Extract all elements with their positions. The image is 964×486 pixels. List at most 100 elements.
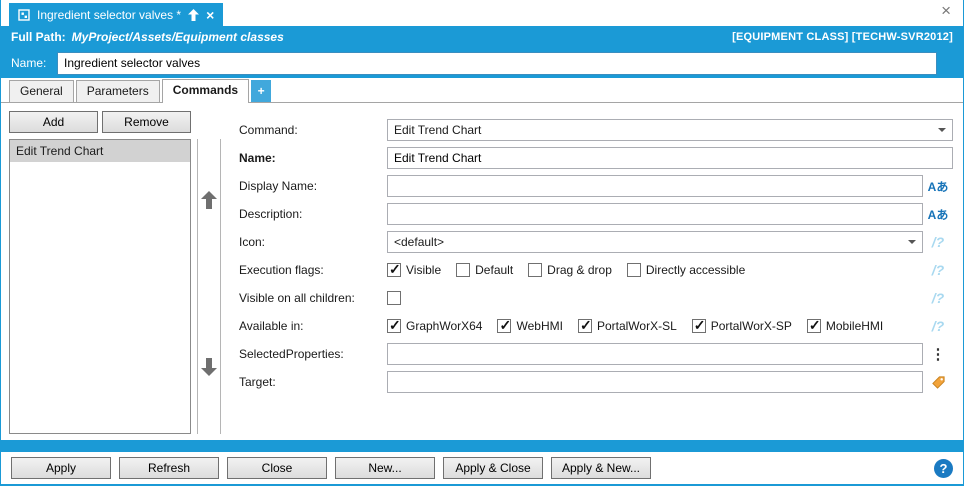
checkbox-label: Drag & drop	[547, 263, 612, 277]
command-row: Command: Edit Trend Chart	[239, 119, 953, 141]
move-down-button[interactable]	[199, 357, 219, 379]
quick-pick-icon[interactable]: /?	[923, 262, 953, 278]
tab-close-icon[interactable]: ×	[206, 8, 214, 22]
chevron-down-icon[interactable]	[908, 240, 916, 244]
document-tab-title: Ingredient selector valves *	[37, 7, 182, 22]
chevron-down-icon[interactable]	[938, 128, 946, 132]
checkbox-default[interactable]: Default	[456, 263, 513, 277]
selected-properties-input[interactable]	[387, 343, 923, 365]
quick-pick-icon[interactable]: /?	[923, 290, 953, 306]
refresh-button[interactable]: Refresh	[119, 457, 219, 479]
checkbox-webhmi[interactable]: WebHMI	[497, 317, 563, 334]
checkbox-label: PortalWorX-SP	[710, 319, 792, 333]
checkbox-box	[387, 261, 401, 278]
checkbox-mobilehmi[interactable]: MobileHMI	[806, 317, 884, 334]
checkbox-portalworx-sl[interactable]: PortalWorX-SL	[577, 317, 677, 334]
window-close-icon[interactable]: ×	[941, 2, 951, 19]
target-input[interactable]	[387, 371, 923, 393]
command-form: Command: Edit Trend Chart Name: Display …	[223, 111, 953, 434]
float-window-icon[interactable]	[188, 8, 200, 21]
reorder-strip	[197, 139, 221, 434]
checkbox-label: Default	[475, 263, 514, 277]
name-row: Name:	[239, 147, 953, 169]
checkbox-visible[interactable]: Visible	[387, 261, 442, 278]
move-up-button[interactable]	[199, 190, 219, 211]
remove-button[interactable]: Remove	[102, 111, 191, 133]
icon-row: Icon: <default> /?	[239, 231, 953, 253]
close-button[interactable]: Close	[227, 457, 327, 479]
command-name-input[interactable]	[387, 147, 953, 169]
apply-button[interactable]: Apply	[11, 457, 111, 479]
visible-on-all-children-label: Visible on all children:	[239, 291, 355, 305]
display-name-input[interactable]	[387, 175, 923, 197]
checkbox-box	[387, 317, 401, 334]
help-button[interactable]: ?	[934, 458, 953, 478]
checkbox-box	[497, 317, 512, 334]
command-name-label: Name:	[239, 151, 276, 165]
document-tab[interactable]: Ingredient selector valves * ×	[9, 3, 224, 26]
icon-dropdown[interactable]: <default>	[387, 231, 923, 253]
quick-pick-icon[interactable]: /?	[923, 234, 953, 250]
tab-add-button[interactable]: +	[251, 80, 272, 102]
checkbox-drag-drop[interactable]: Drag & drop	[528, 263, 612, 277]
name-label: Name:	[11, 56, 47, 70]
checkbox-box	[806, 317, 821, 334]
document-tab-row: Ingredient selector valves * × ×	[1, 0, 963, 26]
localization-icon[interactable]: Aあ	[923, 206, 953, 223]
footer-button-bar: Apply Refresh Close New... Apply & Close…	[1, 452, 963, 486]
checkbox-directly-accessible[interactable]: Directly accessible	[626, 263, 745, 277]
tab-commands[interactable]: Commands	[161, 79, 250, 103]
footer-accent-bar	[1, 440, 963, 452]
apply-new-button[interactable]: Apply & New...	[551, 457, 651, 479]
checkbox-label: MobileHMI	[825, 319, 884, 333]
tab-parameters[interactable]: Parameters	[75, 80, 160, 102]
visible-on-all-children-row: Visible on all children: /?	[239, 287, 953, 309]
checkbox-label: WebHMI	[516, 319, 563, 333]
execution-flags-label: Execution flags:	[239, 263, 324, 277]
context-badge: [EQUIPMENT CLASS] [TECHW-SVR2012]	[732, 31, 953, 43]
commands-tab-content: Add Remove Edit Trend Chart Command: Edi…	[1, 103, 963, 440]
target-tag-icon[interactable]	[923, 375, 953, 390]
command-label: Command:	[239, 123, 298, 137]
full-path-label: Full Path:	[11, 30, 66, 44]
add-button[interactable]: Add	[9, 111, 98, 133]
new-button[interactable]: New...	[335, 457, 435, 479]
description-row: Description: Aあ	[239, 203, 953, 225]
selected-properties-row: SelectedProperties: ⋮	[239, 343, 953, 365]
list-buttons: Add Remove	[9, 111, 191, 133]
checkbox-box	[691, 317, 706, 334]
full-path-bar: Full Path: MyProject/Assets/Equipment cl…	[1, 26, 963, 48]
target-label: Target:	[239, 375, 276, 389]
equipment-class-editor-window: Ingredient selector valves * × × Full Pa…	[0, 0, 964, 486]
list-item[interactable]: Edit Trend Chart	[10, 140, 190, 162]
checkbox-box	[387, 291, 401, 305]
command-dropdown[interactable]: Edit Trend Chart	[387, 119, 953, 141]
target-row: Target:	[239, 371, 953, 393]
name-input[interactable]	[57, 51, 937, 75]
checkbox-portalworx-sp[interactable]: PortalWorX-SP	[691, 317, 792, 334]
checkbox-box	[577, 317, 592, 334]
available-in-row: Available in: GraphWorX64 WebHMI PortalW…	[239, 315, 953, 337]
apply-close-button[interactable]: Apply & Close	[443, 457, 543, 479]
name-bar: Name:	[1, 48, 963, 78]
description-input[interactable]	[387, 203, 923, 225]
equipment-class-icon	[18, 8, 30, 21]
command-dropdown-value: Edit Trend Chart	[394, 123, 482, 137]
quick-pick-icon[interactable]: /?	[923, 318, 953, 334]
more-options-icon[interactable]: ⋮	[923, 345, 953, 363]
description-label: Description:	[239, 207, 303, 221]
checkbox-visible-on-all-children[interactable]	[387, 291, 401, 305]
checkbox-box	[456, 263, 471, 277]
tab-strip: General Parameters Commands +	[1, 78, 963, 103]
checkbox-label: PortalWorX-SL	[596, 319, 677, 333]
display-name-row: Display Name: Aあ	[239, 175, 953, 197]
checkbox-graphworx64[interactable]: GraphWorX64	[387, 317, 482, 334]
arrow-down-icon	[201, 357, 217, 379]
localization-icon[interactable]: Aあ	[923, 178, 953, 195]
checkbox-label: Visible	[406, 263, 442, 277]
selected-properties-label: SelectedProperties:	[239, 347, 344, 361]
full-path-value: MyProject/Assets/Equipment classes	[71, 30, 284, 44]
commands-listbox[interactable]: Edit Trend Chart	[9, 139, 191, 434]
tab-general[interactable]: General	[9, 80, 74, 102]
execution-flags-row: Execution flags: Visible Default Drag & …	[239, 259, 953, 281]
